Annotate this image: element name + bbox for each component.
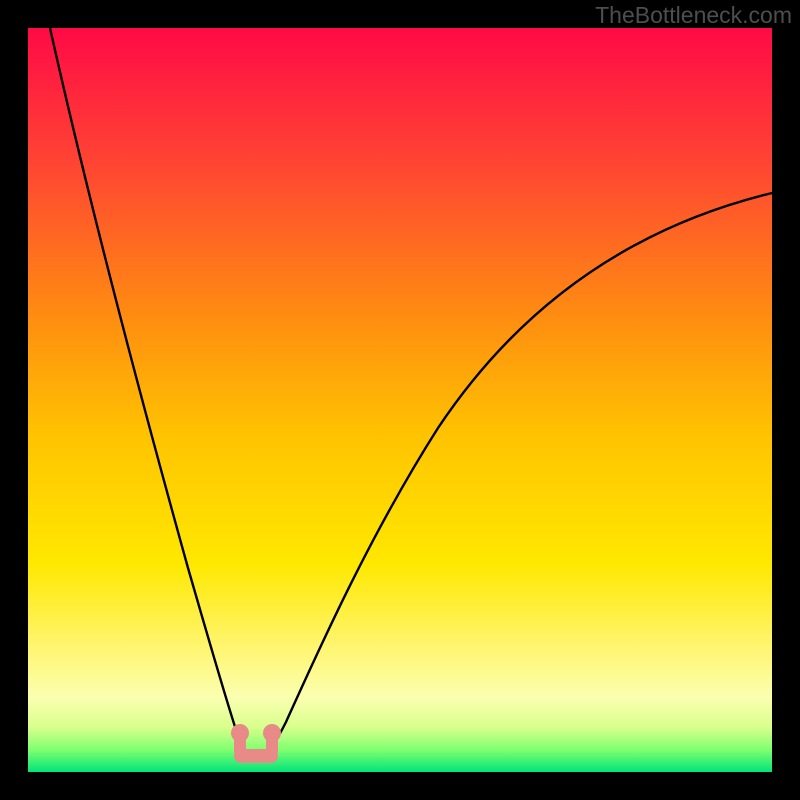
chart-frame: TheBottleneck.com: [0, 0, 800, 800]
watermark-text: TheBottleneck.com: [595, 2, 792, 29]
chart-svg: [28, 28, 772, 772]
gradient-background: [28, 28, 772, 772]
plot-area: [28, 28, 772, 772]
